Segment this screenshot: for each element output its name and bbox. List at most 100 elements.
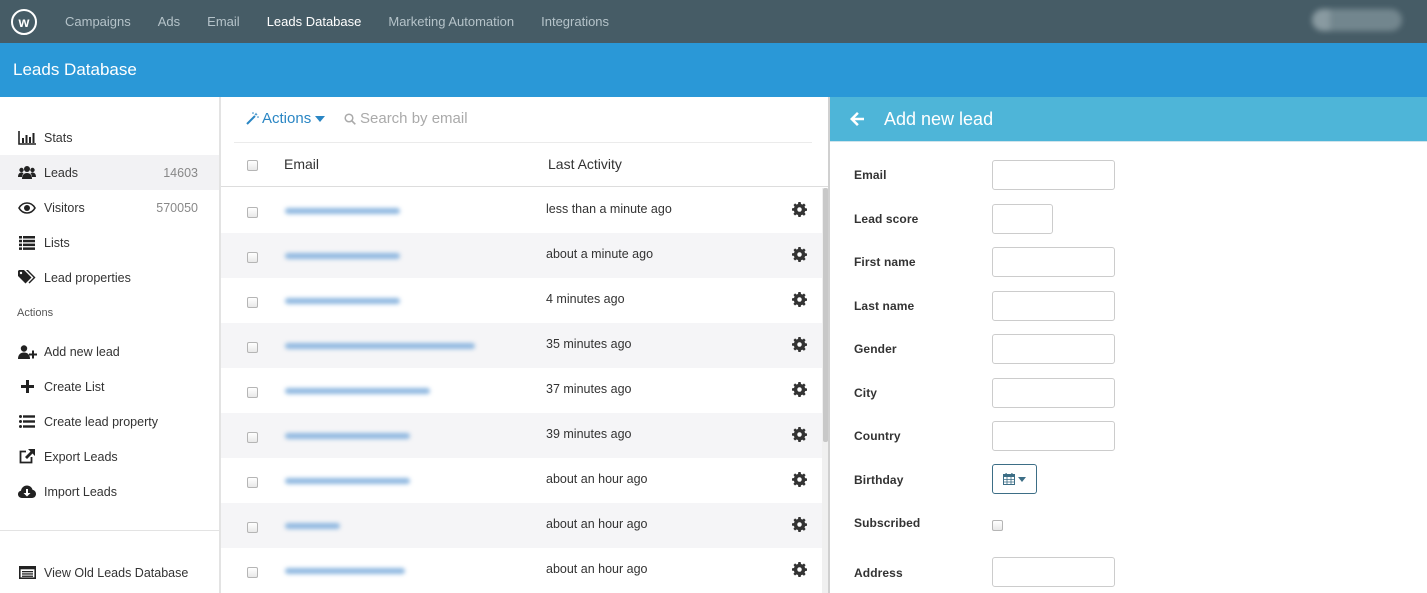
- list-ul-icon: [17, 415, 37, 428]
- sidebar-action-create-lead-property[interactable]: Create lead property: [0, 404, 219, 439]
- sidebar-item-leads[interactable]: Leads 14603: [0, 155, 219, 190]
- gear-icon[interactable]: [792, 562, 808, 582]
- search-by-email-input[interactable]: [360, 110, 610, 127]
- sidebar-action-add-new-lead[interactable]: Add new lead: [0, 334, 219, 369]
- gear-icon[interactable]: [792, 427, 808, 447]
- nav-marketing-automation[interactable]: Marketing Automation: [388, 14, 514, 29]
- sidebar-action-create-list[interactable]: Create List: [0, 369, 219, 404]
- user-account-menu[interactable]: [1312, 9, 1402, 31]
- row-checkbox[interactable]: [247, 387, 258, 398]
- address-field[interactable]: [992, 557, 1115, 587]
- table-row[interactable]: 37 minutes ago: [221, 368, 822, 413]
- lead-email-link[interactable]: [285, 298, 400, 304]
- magic-wand-icon: [246, 112, 259, 125]
- sidebar-item-stats[interactable]: Stats: [0, 120, 219, 155]
- gear-icon[interactable]: [792, 472, 808, 492]
- city-field[interactable]: [992, 378, 1115, 408]
- lead-score-field[interactable]: [992, 204, 1053, 234]
- last-activity: 37 minutes ago: [546, 382, 632, 396]
- list-toolbar: Actions: [221, 97, 828, 142]
- nav-leads-database[interactable]: Leads Database: [267, 14, 362, 29]
- country-field[interactable]: [992, 421, 1115, 451]
- row-checkbox[interactable]: [247, 207, 258, 218]
- sidebar-item-label: Visitors: [44, 200, 85, 215]
- sidebar-link-view-old-leads-database[interactable]: View Old Leads Database: [0, 555, 219, 590]
- last-activity: about an hour ago: [546, 562, 648, 576]
- gender-label: Gender: [854, 342, 897, 356]
- birthday-date-picker-button[interactable]: [992, 464, 1037, 494]
- table-row[interactable]: less than a minute ago: [221, 188, 822, 233]
- last-name-label: Last name: [854, 299, 915, 313]
- table-row[interactable]: about an hour ago: [221, 548, 822, 593]
- select-all-checkbox[interactable]: [247, 160, 258, 171]
- caret-down-icon: [315, 115, 326, 122]
- lead-email-link[interactable]: [285, 253, 400, 259]
- table-row[interactable]: 4 minutes ago: [221, 278, 822, 323]
- sidebar: Stats Leads 14603 Visitors 570050 Lists …: [0, 97, 221, 593]
- first-name-label: First name: [854, 255, 916, 269]
- lead-email-link[interactable]: [285, 568, 405, 574]
- bar-chart-icon: [17, 130, 37, 145]
- sidebar-action-export-leads[interactable]: Export Leads: [0, 439, 219, 474]
- nav-campaigns[interactable]: Campaigns: [65, 14, 131, 29]
- last-activity: about an hour ago: [546, 517, 648, 531]
- row-checkbox[interactable]: [247, 432, 258, 443]
- cloud-download-icon: [17, 485, 37, 499]
- table-row[interactable]: 35 minutes ago: [221, 323, 822, 368]
- subscribed-checkbox[interactable]: [992, 520, 1003, 531]
- column-header-last-activity[interactable]: Last Activity: [548, 156, 622, 172]
- lead-score-label: Lead score: [854, 212, 919, 226]
- column-header-email[interactable]: Email: [284, 156, 319, 172]
- gear-icon[interactable]: [792, 247, 808, 267]
- email-field[interactable]: [992, 160, 1115, 190]
- table-row[interactable]: about an hour ago: [221, 458, 822, 503]
- gear-icon[interactable]: [792, 202, 808, 222]
- row-checkbox[interactable]: [247, 252, 258, 263]
- lead-email-link[interactable]: [285, 388, 430, 394]
- gear-icon[interactable]: [792, 292, 808, 312]
- search-icon: [344, 112, 356, 125]
- nav-email[interactable]: Email: [207, 14, 240, 29]
- last-activity: about a minute ago: [546, 247, 654, 261]
- gear-icon[interactable]: [792, 517, 808, 537]
- first-name-field[interactable]: [992, 247, 1115, 277]
- sidebar-item-lead-properties[interactable]: Lead properties: [0, 260, 219, 295]
- back-arrow-icon[interactable]: [849, 111, 865, 127]
- page-title-bar: Leads Database: [0, 43, 1427, 97]
- lead-email-link[interactable]: [285, 478, 410, 484]
- top-navigation: w Campaigns Ads Email Leads Database Mar…: [0, 0, 1427, 43]
- sidebar-item-lists[interactable]: Lists: [0, 225, 219, 260]
- sidebar-item-visitors[interactable]: Visitors 570050: [0, 190, 219, 225]
- leads-table-body: less than a minute ago about a minute ago…: [221, 188, 822, 593]
- lead-email-link[interactable]: [285, 433, 410, 439]
- sidebar-item-label: View Old Leads Database: [44, 565, 189, 580]
- lead-email-link[interactable]: [285, 523, 340, 529]
- table-row[interactable]: about an hour ago: [221, 503, 822, 548]
- row-checkbox[interactable]: [247, 567, 258, 578]
- lead-email-link[interactable]: [285, 208, 400, 214]
- email-label: Email: [854, 168, 887, 182]
- user-plus-icon: [17, 344, 37, 359]
- sidebar-item-label: Add new lead: [44, 344, 120, 359]
- row-checkbox[interactable]: [247, 342, 258, 353]
- panel-header: Add new lead: [830, 97, 1427, 142]
- last-activity: about an hour ago: [546, 472, 648, 486]
- sidebar-action-import-leads[interactable]: Import Leads: [0, 474, 219, 509]
- row-checkbox[interactable]: [247, 522, 258, 533]
- last-activity: less than a minute ago: [546, 202, 672, 216]
- leads-count: 14603: [163, 165, 198, 180]
- row-checkbox[interactable]: [247, 477, 258, 488]
- table-header: Email Last Activity: [221, 143, 828, 187]
- gender-field[interactable]: [992, 334, 1115, 364]
- nav-ads[interactable]: Ads: [158, 14, 180, 29]
- table-row[interactable]: about a minute ago: [221, 233, 822, 278]
- nav-integrations[interactable]: Integrations: [541, 14, 609, 29]
- app-logo[interactable]: w: [11, 8, 37, 35]
- gear-icon[interactable]: [792, 337, 808, 357]
- last-name-field[interactable]: [992, 291, 1115, 321]
- table-row[interactable]: 39 minutes ago: [221, 413, 822, 458]
- actions-dropdown-button[interactable]: Actions: [246, 110, 326, 127]
- gear-icon[interactable]: [792, 382, 808, 402]
- row-checkbox[interactable]: [247, 297, 258, 308]
- lead-email-link[interactable]: [285, 343, 475, 349]
